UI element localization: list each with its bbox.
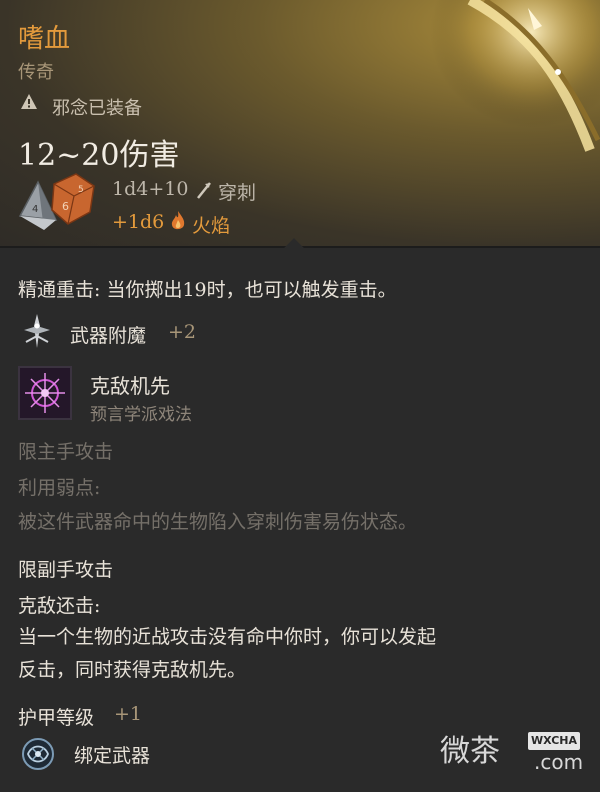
enchant-label: 武器附魔 bbox=[70, 325, 147, 347]
dice-icon: 4 6 5 bbox=[18, 173, 95, 230]
riposte-description-line2: 反击，同时获得克敌机先。 bbox=[18, 659, 247, 681]
damage-range: 12~20伤害 bbox=[18, 138, 180, 173]
fire-icon bbox=[171, 211, 185, 230]
armor-class-label: 护甲等级 bbox=[18, 707, 95, 729]
spell-school: 预言学派戏法 bbox=[90, 405, 192, 425]
offhand-label: 限副手攻击 bbox=[18, 559, 114, 581]
true-strike-icon bbox=[20, 368, 70, 418]
exploit-weakness-title: 利用弱点: bbox=[18, 477, 101, 499]
bind-weapon-icon bbox=[22, 738, 54, 770]
watermark-domain: .com bbox=[534, 750, 584, 774]
svg-text:5: 5 bbox=[78, 185, 84, 195]
enchant-bonus: +2 bbox=[168, 321, 197, 343]
item-rarity: 传奇 bbox=[18, 62, 54, 83]
item-name: 嗜血 bbox=[18, 24, 71, 54]
warning-triangle-icon bbox=[21, 94, 37, 109]
svg-text:6: 6 bbox=[62, 200, 69, 213]
spell-icon-frame[interactable] bbox=[18, 366, 72, 420]
bound-weapon-text: 绑定武器 bbox=[74, 745, 151, 767]
bonus-damage-type: 火焰 bbox=[192, 215, 231, 237]
exploit-weakness-description: 被这件武器命中的生物陷入穿刺伤害易伤状态。 bbox=[18, 511, 418, 533]
riposte-description-line1: 当一个生物的近战攻击没有命中你时，你可以发起 bbox=[18, 626, 437, 648]
watermark-badge: WXCHA bbox=[528, 732, 580, 750]
weapon-enchant-icon bbox=[24, 314, 50, 348]
equipped-warning: 邪念已装备 bbox=[52, 98, 142, 119]
damage-type: 穿刺 bbox=[218, 182, 257, 204]
mastery-crit-text: 精通重击: 当你掷出19时，也可以触发重击。 bbox=[18, 279, 397, 301]
mainhand-label: 限主手攻击 bbox=[18, 441, 114, 463]
pierce-icon bbox=[197, 182, 211, 199]
watermark-text: 微茶 bbox=[440, 734, 500, 769]
damage-roll: 1d4+10 bbox=[112, 178, 189, 200]
svg-text:4: 4 bbox=[32, 204, 38, 215]
weapon-art bbox=[430, 0, 600, 160]
bonus-roll: +1d6 bbox=[112, 211, 165, 233]
armor-class-bonus: +1 bbox=[114, 703, 143, 725]
riposte-title: 克敌还击: bbox=[18, 595, 101, 617]
spell-name: 克敌机先 bbox=[90, 374, 170, 398]
